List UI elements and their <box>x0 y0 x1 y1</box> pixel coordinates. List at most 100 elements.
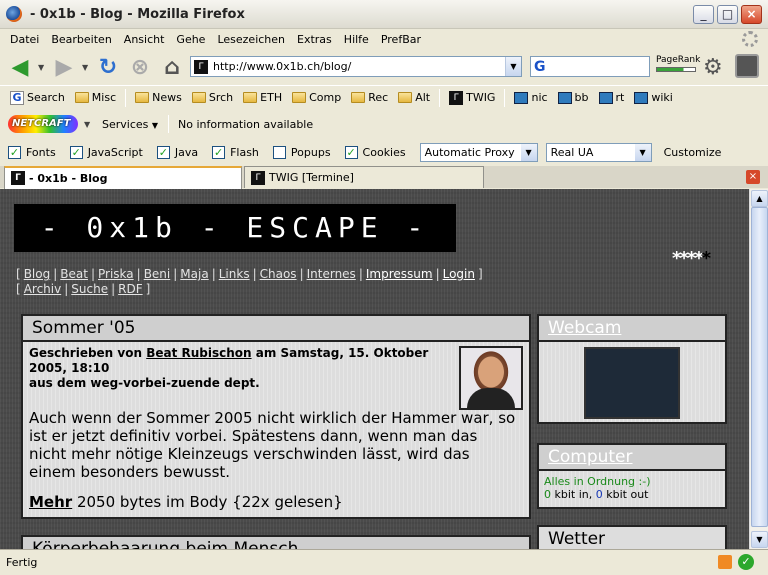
bookmark-folder-srch[interactable]: Srch <box>188 91 237 104</box>
google-icon: G <box>10 90 24 105</box>
webcam-panel: Webcam <box>537 314 727 424</box>
bookmark-folder-misc[interactable]: Misc <box>71 91 120 104</box>
bookmark-folder-rec[interactable]: Rec <box>347 91 392 104</box>
bookmark-folder-alt[interactable]: Alt <box>394 91 434 104</box>
bookmark-label: Misc <box>91 91 117 104</box>
nav-link-internes[interactable]: Internes <box>307 267 356 281</box>
menu-ansicht[interactable]: Ansicht <box>118 33 171 46</box>
rating-star-dark: * <box>701 248 712 269</box>
forward-dropdown-icon[interactable]: ▼ <box>82 63 90 72</box>
nav-link-blog[interactable]: Blog <box>24 267 51 281</box>
checkbox-label: Cookies <box>362 145 406 159</box>
netcraft-logo[interactable]: NETCRAFT <box>8 115 78 133</box>
nav-link-beni[interactable]: Beni <box>144 267 171 281</box>
flash-checkbox[interactable]: ✓ Flash <box>212 145 259 159</box>
tab-label: TWIG [Termine] <box>269 171 354 184</box>
rss-icon[interactable] <box>718 555 732 569</box>
nav-link-priska[interactable]: Priska <box>98 267 134 281</box>
nav-link-chaos[interactable]: Chaos <box>260 267 297 281</box>
computer-traffic: 0 kbit in, 0 kbit out <box>544 488 720 501</box>
nav-link-beat[interactable]: Beat <box>60 267 88 281</box>
nav-link-maja[interactable]: Maja <box>180 267 208 281</box>
stop-icon[interactable]: ⊗ <box>126 53 154 81</box>
services-button[interactable]: Services ▼ <box>102 118 158 131</box>
fonts-checkbox[interactable]: ✓ Fonts <box>8 145 56 159</box>
back-arrow-icon[interactable]: ◀ <box>6 53 34 81</box>
bookmark-twig[interactable]: Γ TWIG <box>445 90 499 105</box>
menu-extras[interactable]: Extras <box>291 33 338 46</box>
menu-hilfe[interactable]: Hilfe <box>338 33 375 46</box>
author-photo <box>459 346 523 410</box>
bookmark-wiki[interactable]: wiki <box>630 91 676 104</box>
reload-icon[interactable]: ↻ <box>94 53 122 81</box>
tab-blog[interactable]: Γ - 0x1b - Blog <box>4 165 242 189</box>
printer-icon[interactable] <box>735 54 759 78</box>
bookmark-search[interactable]: G Search <box>6 90 69 105</box>
javascript-checkbox[interactable]: ✓ JavaScript <box>69 145 143 159</box>
java-checkbox[interactable]: ✓ Java <box>156 145 198 159</box>
firefox-icon <box>6 6 22 22</box>
author-link[interactable]: Beat Rubischon <box>146 346 251 360</box>
nav-link-impressum[interactable]: Impressum <box>366 267 433 281</box>
bookmark-folder-comp[interactable]: Comp <box>288 91 345 104</box>
nav-link-links[interactable]: Links <box>219 267 250 281</box>
minimize-button[interactable]: _ <box>693 5 714 24</box>
nav-link-login[interactable]: Login <box>443 267 475 281</box>
bookmark-label: Alt <box>415 91 431 104</box>
bookmark-folder-news[interactable]: News <box>131 91 186 104</box>
proxy-value: Automatic Proxy <box>424 145 515 159</box>
webcam-image[interactable] <box>584 347 680 419</box>
gear-icon[interactable]: ⚙ <box>703 55 723 80</box>
tab-strip: Γ - 0x1b - Blog Γ TWIG [Termine] <box>0 165 768 189</box>
nav-link-archiv[interactable]: Archiv <box>24 282 62 296</box>
menu-prefbar[interactable]: PrefBar <box>375 33 427 46</box>
nav-link-suche[interactable]: Suche <box>71 282 108 296</box>
article-more: Mehr 2050 bytes im Body {22x gelesen} <box>23 493 529 511</box>
scroll-down-icon[interactable]: ▼ <box>751 531 768 548</box>
check-icon[interactable]: ✓ <box>738 554 754 570</box>
menu-lesezeichen[interactable]: Lesezeichen <box>211 33 291 46</box>
url-dropdown-icon[interactable]: ▼ <box>505 57 521 76</box>
scroll-up-icon[interactable]: ▲ <box>751 190 768 207</box>
url-bar[interactable]: Γ http://www.0x1b.ch/blog/ ▼ <box>190 56 522 77</box>
vertical-scrollbar[interactable]: ▲ ▼ <box>749 189 768 549</box>
home-icon[interactable]: ⌂ <box>158 53 186 81</box>
netcraft-dropdown-icon[interactable]: ▼ <box>84 120 92 129</box>
maximize-button[interactable]: □ <box>717 5 738 24</box>
throbber-icon <box>742 31 758 47</box>
bookmark-bb[interactable]: bb <box>554 91 593 104</box>
google-search-icon[interactable]: G <box>534 59 546 75</box>
forward-arrow-icon[interactable]: ▶ <box>50 53 78 81</box>
tab-twig[interactable]: Γ TWIG [Termine] <box>244 166 484 188</box>
back-dropdown-icon[interactable]: ▼ <box>38 63 46 72</box>
cookies-checkbox[interactable]: ✓ Cookies <box>344 145 406 159</box>
customize-button[interactable]: Customize <box>664 146 722 159</box>
services-label: Services <box>102 117 149 131</box>
computer-link[interactable]: Computer <box>548 447 633 467</box>
bookmark-folder-eth[interactable]: ETH <box>239 91 286 104</box>
close-window-button[interactable]: × <box>741 5 762 24</box>
bookmark-rt[interactable]: rt <box>595 91 629 104</box>
separator <box>504 88 506 107</box>
scroll-thumb[interactable] <box>751 207 768 527</box>
folder-icon <box>191 92 206 103</box>
nav-link-rdf[interactable]: RDF <box>118 282 142 296</box>
menu-bearbeiten[interactable]: Bearbeiten <box>45 33 117 46</box>
folder-icon <box>135 92 150 103</box>
webcam-link[interactable]: Webcam <box>548 318 621 338</box>
url-text[interactable]: http://www.0x1b.ch/blog/ <box>213 60 505 73</box>
search-box[interactable]: G <box>530 56 650 77</box>
traffic-in-value: 0 <box>544 488 551 501</box>
checkbox-check-icon: ✓ <box>212 145 226 159</box>
close-tab-icon[interactable]: × <box>746 170 760 184</box>
checkbox-label: Fonts <box>26 145 56 159</box>
traffic-out-label: kbit out <box>602 488 649 501</box>
menu-gehe[interactable]: Gehe <box>170 33 211 46</box>
popups-checkbox[interactable]: Popups <box>272 145 331 159</box>
more-link[interactable]: Mehr <box>29 493 72 511</box>
menu-datei[interactable]: Datei <box>4 33 45 46</box>
tab-favicon-icon: Γ <box>11 171 25 185</box>
proxy-select[interactable]: Automatic Proxy ▼ <box>419 142 538 162</box>
useragent-select[interactable]: Real UA ▼ <box>545 142 652 162</box>
bookmark-nic[interactable]: nic <box>510 91 551 104</box>
